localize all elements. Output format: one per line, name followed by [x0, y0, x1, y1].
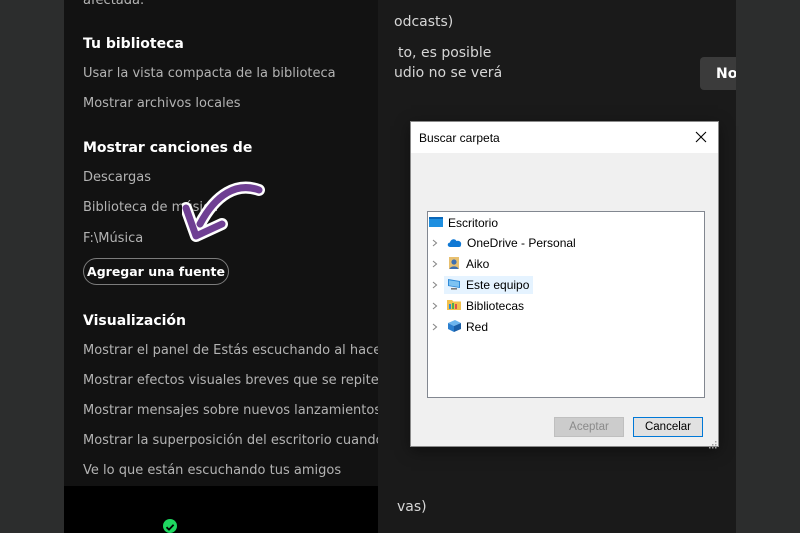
- left-backdrop: [0, 0, 64, 533]
- chevron-right-icon[interactable]: [430, 297, 440, 315]
- tree-item-aiko[interactable]: Aiko: [446, 255, 489, 273]
- setting-friend-activity: Ve lo que están escuchando tus amigos: [83, 463, 342, 478]
- right-backdrop: [736, 0, 800, 533]
- setting-canvas-visuals: Mostrar efectos visuales breves que se r…: [83, 373, 378, 388]
- dialog-title: Buscar carpeta: [419, 131, 500, 145]
- tree-item-label: Aiko: [466, 257, 490, 271]
- tree-item-label: Red: [466, 320, 489, 334]
- no-button[interactable]: No: [700, 57, 736, 90]
- source-downloads: Descargas: [83, 170, 152, 185]
- tree-item-este-equipo[interactable]: Este equipo: [444, 276, 534, 294]
- user-icon: [446, 255, 462, 274]
- chevron-right-icon[interactable]: [430, 234, 440, 252]
- setting-release-messages: Mostrar mensajes sobre nuevos lanzamient…: [83, 403, 378, 418]
- library-folder-icon: [446, 298, 462, 315]
- browse-folder-dialog: Buscar carpeta Escritorio OneDrive - Per…: [411, 122, 718, 449]
- tree-item-label: Escritorio: [448, 216, 499, 230]
- setting-compact-library: Usar la vista compacta de la biblioteca: [83, 66, 336, 81]
- tree-item-label: Este equipo: [466, 278, 530, 292]
- tree-item-onedrive[interactable]: OneDrive - Personal: [446, 234, 576, 252]
- tree-item-bibliotecas[interactable]: Bibliotecas: [446, 297, 524, 315]
- tree-item-red[interactable]: Red: [446, 318, 488, 336]
- songs-heading: Mostrar canciones de: [83, 140, 253, 156]
- cloud-icon: [446, 236, 463, 251]
- tree-item-label: OneDrive - Personal: [467, 236, 576, 250]
- computer-icon: [446, 277, 462, 294]
- chevron-right-icon[interactable]: [430, 255, 440, 273]
- setting-now-playing-panel: Mostrar el panel de Estás escuchando al …: [83, 343, 378, 358]
- setting-show-local-files: Mostrar archivos locales: [83, 96, 241, 111]
- folder-tree[interactable]: Escritorio OneDrive - Personal Aiko Este…: [427, 211, 705, 398]
- dialog-titlebar: Buscar carpeta: [411, 122, 718, 153]
- display-heading: Visualización: [83, 313, 187, 329]
- cancel-button[interactable]: Cancelar: [633, 417, 703, 437]
- library-heading: Tu biblioteca: [83, 36, 184, 52]
- desktop-icon: [428, 215, 444, 232]
- bg-text-audio: udio no se verá: [394, 65, 503, 81]
- accept-button[interactable]: Aceptar: [554, 417, 624, 437]
- player-bar: [64, 486, 378, 533]
- network-icon: [446, 319, 462, 336]
- tree-item-label: Bibliotecas: [466, 299, 525, 313]
- settings-panel: afectada. Tu biblioteca Usar la vista co…: [64, 0, 378, 533]
- source-f-music: F:\Música: [83, 231, 144, 246]
- chevron-right-icon[interactable]: [430, 276, 440, 294]
- bg-text-possible: to, es posible: [398, 45, 492, 61]
- resize-grip-icon[interactable]: [708, 436, 717, 449]
- add-source-button[interactable]: Agregar una fuente: [83, 258, 229, 285]
- close-icon[interactable]: [692, 128, 710, 146]
- chevron-right-icon[interactable]: [430, 318, 440, 336]
- setting-desktop-overlay: Mostrar la superposición del escritorio …: [83, 433, 378, 448]
- bg-text-podcasts: odcasts): [394, 14, 454, 30]
- tree-item-escritorio[interactable]: Escritorio: [428, 214, 498, 232]
- arrow-icon: [182, 181, 265, 242]
- cut-text: afectada.: [83, 0, 145, 8]
- check-icon: [163, 519, 177, 533]
- bg-text-vas: vas): [397, 499, 427, 515]
